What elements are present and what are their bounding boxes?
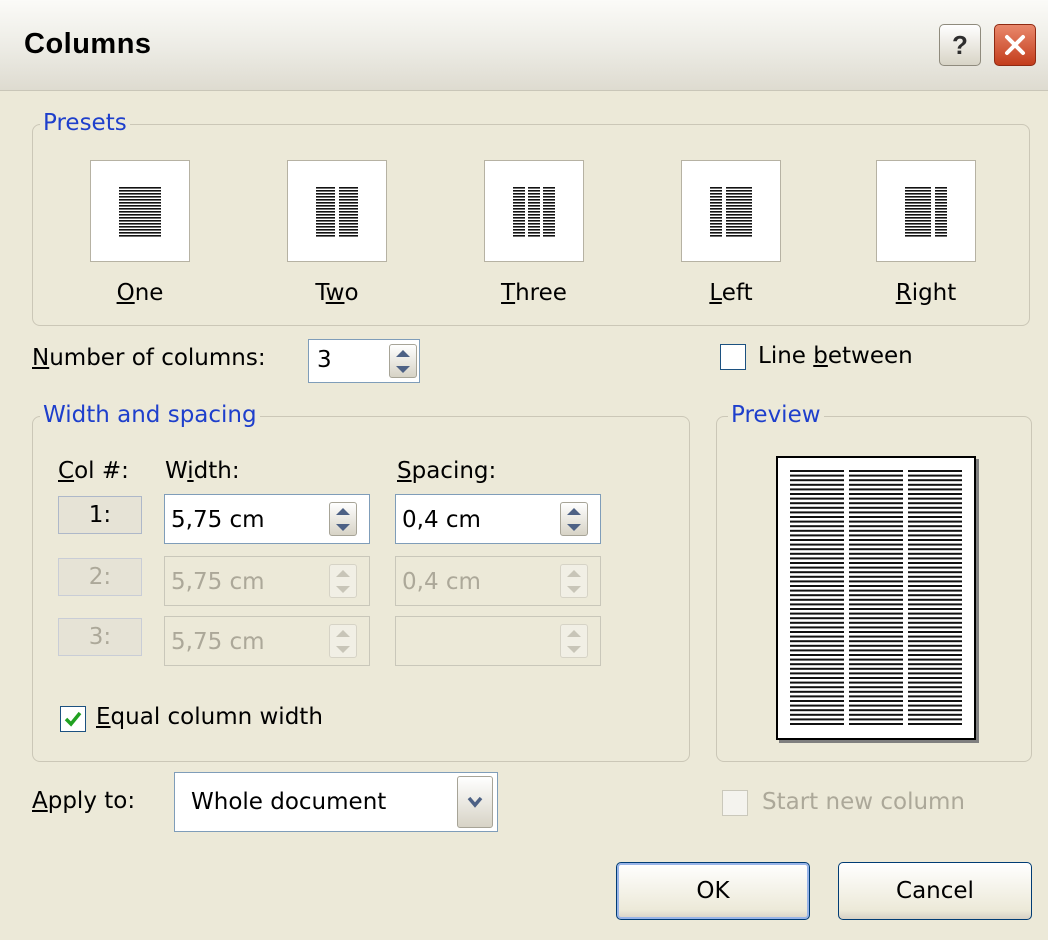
three-columns-icon bbox=[513, 187, 555, 237]
apply-to-label: Apply to: bbox=[32, 788, 136, 814]
preset-three-button[interactable] bbox=[484, 160, 584, 262]
width-field-3[interactable]: 5,75 cm bbox=[164, 616, 370, 666]
spin-up-icon bbox=[396, 349, 410, 357]
left-columns-icon bbox=[710, 187, 752, 237]
line-between-label: Line between bbox=[758, 343, 913, 369]
col-number-1: 1: bbox=[58, 496, 142, 534]
spin-down-icon bbox=[336, 645, 350, 653]
width-spinner-2[interactable] bbox=[329, 564, 357, 598]
spin-down-icon bbox=[396, 365, 410, 373]
preset-left-label: Left bbox=[709, 280, 753, 306]
equal-width-accel: E bbox=[96, 704, 111, 730]
equal-width-checkbox[interactable] bbox=[60, 706, 86, 732]
spacing-field-3[interactable] bbox=[395, 616, 601, 666]
spacing-field-2[interactable]: 0,4 cm bbox=[395, 556, 601, 606]
spin-up-icon bbox=[336, 629, 350, 637]
apply-to-combo[interactable]: Whole document bbox=[174, 772, 498, 832]
spin-up-icon bbox=[567, 507, 581, 515]
col-number-2: 2: bbox=[58, 558, 142, 596]
chevron-down-icon bbox=[467, 796, 483, 808]
width-spacing-legend: Width and spacing bbox=[40, 402, 260, 428]
close-icon bbox=[1005, 35, 1025, 55]
ok-button[interactable]: OK bbox=[616, 862, 810, 920]
apply-to-dropdown[interactable] bbox=[457, 776, 493, 828]
width-header: Width: bbox=[165, 458, 240, 484]
line-between-text-b: etween bbox=[827, 343, 913, 369]
equal-width-text: qual column width bbox=[110, 704, 323, 730]
number-of-columns-field[interactable]: 3 bbox=[308, 339, 420, 383]
preset-three-label: Three bbox=[501, 280, 567, 306]
width-spinner-1[interactable] bbox=[329, 502, 357, 536]
spacing-header-text: pacing: bbox=[411, 458, 497, 484]
number-of-columns-value: 3 bbox=[317, 347, 332, 373]
spacing-header: Spacing: bbox=[397, 458, 497, 484]
spin-down-icon bbox=[567, 523, 581, 531]
spacing-field-1[interactable]: 0,4 cm bbox=[395, 494, 601, 544]
col-header: Col #: bbox=[58, 458, 129, 484]
width-value-2: 5,75 cm bbox=[171, 569, 265, 595]
apply-to-text: pply to: bbox=[47, 788, 136, 814]
number-of-columns-spinner[interactable] bbox=[389, 344, 417, 378]
width-field-1[interactable]: 5,75 cm bbox=[164, 494, 370, 544]
presets-legend: Presets bbox=[40, 110, 130, 136]
spacing-spinner-3[interactable] bbox=[560, 624, 588, 658]
spin-down-icon bbox=[567, 645, 581, 653]
preview-legend: Preview bbox=[728, 402, 824, 428]
spin-up-icon bbox=[567, 569, 581, 577]
dialog-title: Columns bbox=[24, 28, 152, 60]
preset-one-button[interactable] bbox=[90, 160, 190, 262]
help-button[interactable]: ? bbox=[939, 24, 981, 66]
line-between-accel: b bbox=[813, 343, 828, 369]
preset-two-label: Two bbox=[315, 280, 359, 306]
spacing-value-2: 0,4 cm bbox=[402, 569, 481, 595]
start-new-column-checkbox[interactable] bbox=[722, 790, 748, 816]
preset-left-button[interactable] bbox=[681, 160, 781, 262]
width-header-text-a: W bbox=[165, 458, 188, 484]
two-columns-icon bbox=[316, 187, 358, 237]
one-columns-icon bbox=[119, 187, 161, 237]
question-icon: ? bbox=[952, 29, 968, 60]
col-header-text: ol #: bbox=[74, 458, 129, 484]
width-spinner-3[interactable] bbox=[329, 624, 357, 658]
col-number-3: 3: bbox=[58, 618, 142, 656]
preview-columns bbox=[790, 470, 962, 725]
apply-to-value: Whole document bbox=[191, 789, 387, 815]
width-field-2[interactable]: 5,75 cm bbox=[164, 556, 370, 606]
close-button[interactable] bbox=[994, 24, 1036, 66]
number-of-columns-label: Number of columns: bbox=[32, 345, 266, 371]
spin-up-icon bbox=[336, 569, 350, 577]
number-of-columns-text: umber of columns: bbox=[49, 345, 266, 371]
preset-right-button[interactable] bbox=[876, 160, 976, 262]
line-between-text-a: Line bbox=[758, 343, 814, 369]
width-value-3: 5,75 cm bbox=[171, 629, 265, 655]
title-bar: Columns ? bbox=[0, 0, 1048, 91]
spin-down-icon bbox=[567, 585, 581, 593]
line-between-checkbox[interactable] bbox=[720, 344, 746, 370]
width-value-1: 5,75 cm bbox=[171, 507, 265, 533]
preset-right-label: Right bbox=[895, 280, 957, 306]
number-of-columns-accel: N bbox=[32, 345, 50, 371]
start-new-column-label: Start new column bbox=[762, 789, 966, 815]
spin-up-icon bbox=[567, 629, 581, 637]
cancel-button[interactable]: Cancel bbox=[838, 862, 1032, 920]
right-columns-icon bbox=[905, 187, 947, 237]
spin-up-icon bbox=[336, 507, 350, 515]
width-header-text-b: dth: bbox=[193, 458, 240, 484]
equal-width-label: Equal column width bbox=[96, 704, 323, 730]
checkmark-icon bbox=[64, 711, 82, 727]
preset-one-label: One bbox=[116, 280, 164, 306]
spacing-spinner-1[interactable] bbox=[560, 502, 588, 536]
spin-down-icon bbox=[336, 585, 350, 593]
preset-two-button[interactable] bbox=[287, 160, 387, 262]
spacing-value-1: 0,4 cm bbox=[402, 507, 481, 533]
spin-down-icon bbox=[336, 523, 350, 531]
spacing-spinner-2[interactable] bbox=[560, 564, 588, 598]
preview-page bbox=[776, 456, 976, 740]
